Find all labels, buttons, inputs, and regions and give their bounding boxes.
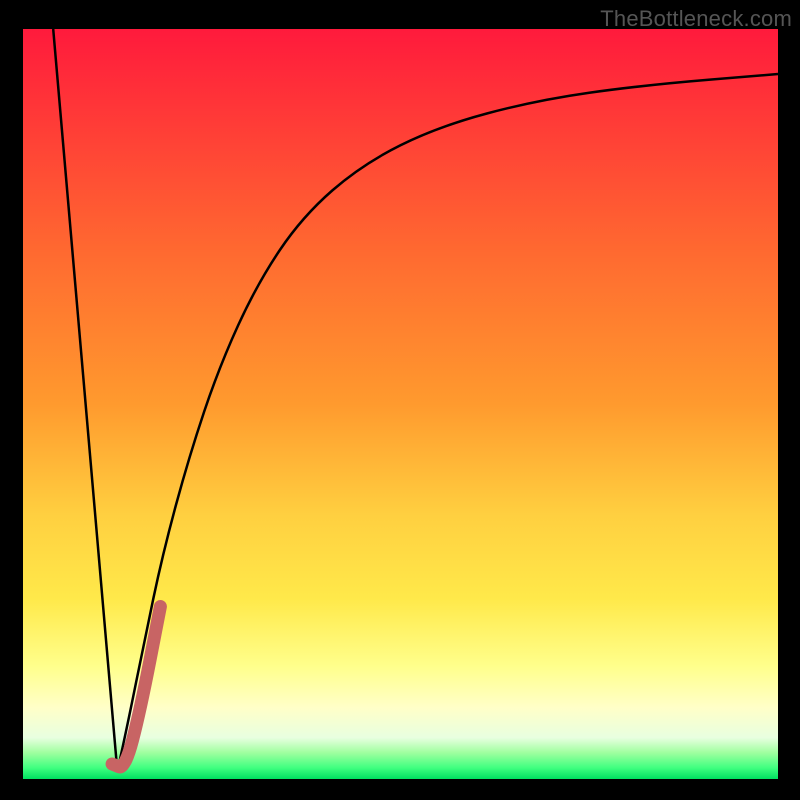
bottleneck-chart-svg	[0, 0, 800, 800]
chart-stage: TheBottleneck.com	[0, 0, 800, 800]
watermark-text: TheBottleneck.com	[600, 6, 792, 32]
